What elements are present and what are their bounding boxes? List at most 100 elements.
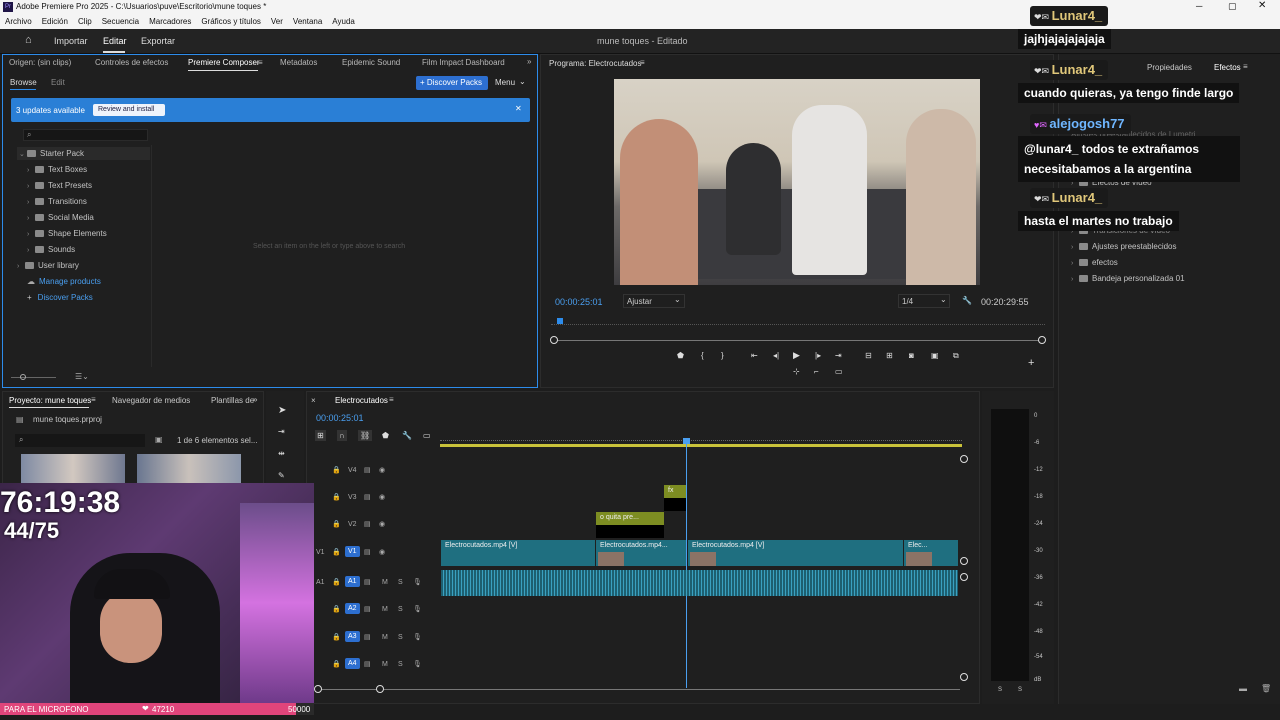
subtab-browse[interactable]: Browse (10, 78, 37, 87)
effects-item-efectos[interactable]: › efectos (1071, 258, 1118, 267)
timeline-vscroll-bottom[interactable] (960, 557, 968, 565)
clip-a1-audio[interactable] (441, 570, 958, 596)
clip-v1-d[interactable]: Elec... (904, 540, 958, 566)
razor-tool-icon[interactable]: ✎ (278, 471, 285, 480)
workspace-editar[interactable]: Editar (103, 36, 127, 46)
eye-icon[interactable]: ◉ (379, 466, 385, 474)
chevron-right-icon[interactable]: › (27, 167, 35, 174)
captions-icon[interactable]: ▭ (423, 431, 431, 440)
menu-graficos[interactable]: Gráficos y títulos (201, 15, 261, 29)
clip-v2-black[interactable] (596, 525, 664, 538)
program-playhead[interactable] (557, 318, 563, 324)
track-select-tool-icon[interactable]: ⇥ (278, 427, 285, 436)
lock-icon[interactable]: 🔒 (332, 660, 341, 668)
tab-metadatos[interactable]: Metadatos (280, 58, 317, 67)
minimize-icon[interactable]: ─ (1196, 1, 1202, 11)
go-to-out-icon[interactable]: ⇥ (835, 351, 842, 360)
fullscreen-icon[interactable]: ▭ (835, 367, 843, 376)
more-tabs-icon[interactable]: » (527, 57, 531, 66)
chevron-down-icon[interactable]: ⌄ (19, 150, 27, 158)
multicam-icon[interactable]: ⧉ (953, 351, 959, 361)
effects-item-bandeja[interactable]: › Bandeja personalizada 01 (1071, 274, 1185, 283)
tree-item-text-boxes[interactable]: › Text Boxes (27, 165, 87, 174)
chevron-right-icon[interactable]: › (27, 231, 35, 238)
film-icon[interactable]: ▤ (364, 466, 371, 474)
timeline-vscroll-top[interactable] (960, 455, 968, 463)
tree-item-shape-elements[interactable]: › Shape Elements (27, 229, 107, 238)
close-icon[interactable]: ✕ (1258, 0, 1266, 11)
solo-right-icon[interactable]: S (1018, 687, 1022, 693)
film-icon[interactable]: ▤ (364, 605, 371, 613)
effects-menu-icon[interactable]: ≡ (1243, 62, 1248, 71)
film-icon[interactable]: ▤ (364, 548, 371, 556)
film-icon[interactable]: ▤ (364, 660, 371, 668)
scrub-bar[interactable] (553, 340, 1041, 341)
go-to-in-icon[interactable]: ⇤ (751, 351, 758, 360)
solo-left-icon[interactable]: S (998, 687, 1002, 693)
project-menu-icon[interactable]: ≡ (91, 395, 96, 404)
zoom-slider-handle[interactable] (20, 374, 26, 380)
snap-icon[interactable]: ∩ (337, 430, 347, 441)
tab-film-impact[interactable]: Film Impact Dashboard (422, 58, 505, 67)
home-icon[interactable]: ⌂ (25, 34, 32, 46)
nest-icon[interactable]: ⊞ (315, 430, 326, 441)
tree-item-transitions[interactable]: › Transitions (27, 197, 87, 206)
discover-packs-button[interactable]: + Discover Packs (416, 76, 488, 90)
film-icon[interactable]: ▤ (364, 633, 371, 641)
program-ruler[interactable] (551, 321, 1045, 325)
lock-icon[interactable]: 🔒 (332, 548, 341, 556)
timeline-scroll-bar[interactable] (318, 689, 960, 690)
effects-item-presets[interactable]: › Ajustes preestablecidos (1071, 242, 1177, 251)
lock-icon[interactable]: 🔒 (332, 466, 341, 474)
maximize-icon[interactable]: ▢ (1228, 1, 1237, 12)
comparison-icon[interactable]: ▣ (931, 351, 939, 360)
panel-menu-icon[interactable]: ≡ (258, 58, 263, 67)
film-icon[interactable]: ▤ (364, 578, 371, 586)
workspace-importar[interactable]: Importar (54, 36, 88, 46)
clip-v1-b[interactable]: Electrocutados.mp4... (596, 540, 686, 566)
eye-icon[interactable]: ◉ (379, 548, 385, 556)
lock-icon[interactable]: 🔒 (332, 493, 341, 501)
mute-icon[interactable]: M (382, 634, 388, 641)
mic-icon[interactable]: 🎙 (413, 578, 422, 586)
tab-proyecto[interactable]: Proyecto: mune toques (9, 396, 91, 405)
add-button-icon[interactable]: + (1028, 357, 1034, 369)
tab-origen[interactable]: Origen: (sin clips) (9, 58, 71, 67)
menu-clip[interactable]: Clip (78, 15, 92, 29)
zoom-slider[interactable] (11, 377, 56, 378)
tree-item-social-media[interactable]: › Social Media (27, 213, 94, 222)
program-timecode[interactable]: 00:00:25:01 (555, 297, 603, 307)
ripple-tool-icon[interactable]: ⇹ (278, 449, 285, 458)
timeline-tick-ruler[interactable] (440, 440, 962, 444)
step-forward-icon[interactable]: |▸ (815, 351, 821, 360)
tab-controles-efectos[interactable]: Controles de efectos (95, 58, 168, 67)
menu-ver[interactable]: Ver (271, 15, 283, 29)
chevron-right-icon[interactable]: › (1071, 276, 1079, 283)
scrub-right-handle[interactable] (1038, 336, 1046, 344)
workspace-exportar[interactable]: Exportar (141, 36, 175, 46)
more-tabs-icon[interactable]: » (253, 395, 257, 404)
tree-item-starter-pack[interactable]: ⌄ Starter Pack (19, 149, 84, 158)
review-install-button[interactable]: Review and install (93, 104, 165, 116)
lift-icon[interactable]: ⊟ (865, 351, 872, 360)
chevron-right-icon[interactable]: › (27, 183, 35, 190)
crop-icon[interactable]: ⌐ (814, 367, 819, 376)
eye-icon[interactable]: ◉ (379, 520, 385, 528)
mic-icon[interactable]: 🎙 (413, 660, 422, 668)
menu-edicion[interactable]: Edición (42, 15, 68, 29)
mute-icon[interactable]: M (382, 606, 388, 613)
quality-dropdown[interactable]: 1/4 ⌄ (898, 294, 950, 308)
menu-marcadores[interactable]: Marcadores (149, 15, 191, 29)
eye-icon[interactable]: ◉ (379, 493, 385, 501)
mark-in-icon[interactable]: { (701, 351, 704, 360)
tab-propiedades[interactable]: Propiedades (1147, 63, 1192, 72)
tree-item-text-presets[interactable]: › Text Presets (27, 181, 92, 190)
sequence-menu-icon[interactable]: ≡ (389, 395, 394, 404)
timeline-playhead[interactable] (686, 438, 687, 688)
sequence-tab[interactable]: Electrocutados (335, 396, 388, 405)
chevron-right-icon[interactable]: › (27, 199, 35, 206)
fit-dropdown[interactable]: Ajustar ⌄ (623, 294, 685, 308)
solo-icon[interactable]: S (398, 579, 403, 586)
step-back-icon[interactable]: ◂| (773, 351, 779, 360)
menu-button[interactable]: Menu ⌄ (492, 76, 530, 90)
